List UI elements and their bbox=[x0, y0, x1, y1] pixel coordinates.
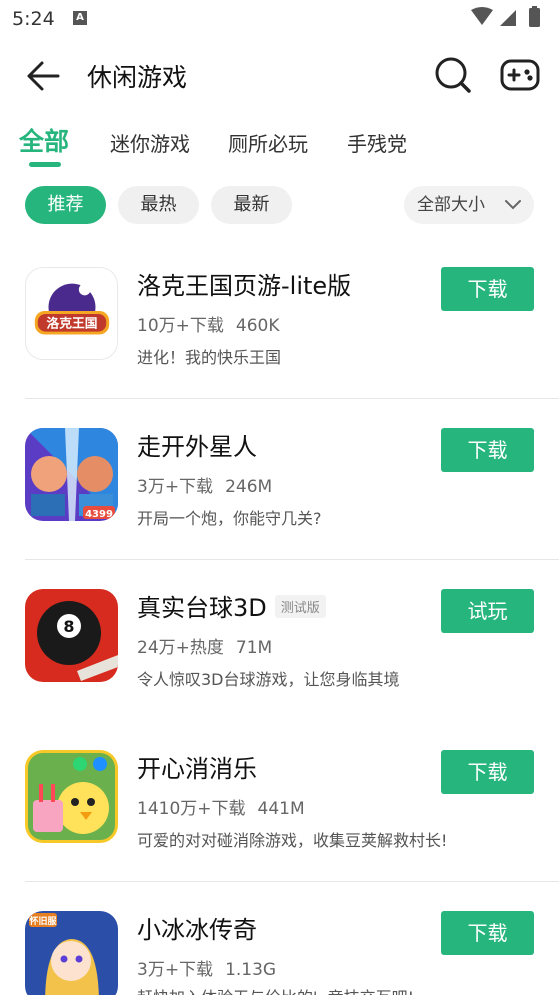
happy-match-icon bbox=[25, 750, 118, 843]
app-meta: 3万+下载 246M bbox=[137, 472, 272, 497]
notification-icon: A bbox=[73, 11, 87, 25]
signal-battery-icon bbox=[471, 6, 540, 27]
ice-legend-icon: 怀旧服 bbox=[25, 911, 118, 995]
game-row[interactable]: 洛克王国 洛克王国页游-lite版 10万+下载 460K 进化！我的快乐王国 下… bbox=[0, 238, 559, 399]
tab-active-indicator bbox=[29, 162, 61, 167]
app-name: 小冰冰传奇 bbox=[137, 916, 257, 944]
filter-recommended[interactable]: 推荐 bbox=[25, 186, 106, 224]
download-count: 3万+下载 bbox=[137, 960, 214, 980]
filter-hottest[interactable]: 最热 bbox=[118, 186, 199, 224]
app-meta: 24万+热度 71M bbox=[137, 633, 272, 658]
tab-toilet-must-play[interactable]: 厕所必玩 bbox=[228, 128, 308, 157]
app-description: 可爱的对对碰消除游戏，收集豆荚解救村长! bbox=[137, 831, 448, 850]
billiard-ball-icon: 8 bbox=[25, 589, 118, 682]
file-size: 441M bbox=[257, 799, 305, 819]
app-description: 进化！我的快乐王国 bbox=[137, 348, 282, 367]
aliens-game-icon: 4399 bbox=[25, 428, 118, 521]
app-meta: 10万+下载 460K bbox=[137, 311, 280, 336]
download-button[interactable]: 下载 bbox=[441, 911, 534, 955]
app-name-wrap: 真实台球3D 测试版 bbox=[137, 588, 326, 623]
game-row[interactable]: 4399 走开外星人 3万+下载 246M 开局一个炮，你能守几关? 下载 bbox=[0, 399, 559, 560]
app-name: 真实台球3D bbox=[137, 594, 267, 622]
app-name: 走开外星人 bbox=[137, 433, 257, 461]
tab-clumsy[interactable]: 手残党 bbox=[347, 128, 407, 157]
tab-mini-games[interactable]: 迷你游戏 bbox=[110, 128, 190, 157]
file-size: 71M bbox=[235, 638, 273, 658]
app-icon-text: 4399 bbox=[85, 509, 113, 520]
app-description: 开局一个炮，你能守几关? bbox=[137, 509, 322, 528]
size-dropdown-label: 全部大小 bbox=[417, 195, 485, 215]
game-row[interactable]: 怀旧服 小冰冰传奇 3万+下载 1.13G 赶快加入体验无与伦比的', 竞技交互吧… bbox=[0, 882, 559, 995]
app-description: 令人惊叹3D台球游戏，让您身临其境 bbox=[137, 670, 400, 689]
app-name: 洛克王国页游-lite版 bbox=[137, 272, 352, 300]
file-size: 460K bbox=[235, 316, 280, 336]
app-name: 开心消消乐 bbox=[137, 755, 257, 783]
file-size: 1.13G bbox=[225, 960, 277, 980]
app-description: 赶快加入体验无与伦比的', 竞技交互吧! bbox=[137, 984, 414, 995]
tab-all[interactable]: 全部 bbox=[19, 122, 69, 158]
download-count: 10万+下载 bbox=[137, 316, 224, 336]
search-icon[interactable] bbox=[433, 54, 473, 96]
game-row[interactable]: 开心消消乐 1410万+下载 441M 可爱的对对碰消除游戏，收集豆荚解救村长! … bbox=[0, 721, 559, 882]
game-row[interactable]: 8 真实台球3D 测试版 24万+热度 71M 令人惊叹3D台球游戏，让您身临其境 … bbox=[0, 560, 559, 721]
status-bar: 5:24 A bbox=[0, 0, 559, 38]
download-count: 1410万+下载 bbox=[137, 799, 246, 819]
filter-bar: 推荐 最热 最新 全部大小 bbox=[0, 186, 559, 226]
arrow-left-icon[interactable] bbox=[22, 56, 64, 96]
download-button[interactable]: 下载 bbox=[441, 267, 534, 311]
try-play-button[interactable]: 试玩 bbox=[441, 589, 534, 633]
app-meta: 1410万+下载 441M bbox=[137, 794, 305, 819]
app-icon-text: 怀旧服 bbox=[29, 915, 57, 927]
top-bar: 休闲游戏 bbox=[0, 48, 559, 104]
beta-tag: 测试版 bbox=[274, 595, 326, 618]
chevron-down-icon bbox=[505, 200, 521, 210]
app-icon-text: 洛克王国 bbox=[47, 316, 98, 331]
download-count: 3万+下载 bbox=[137, 477, 214, 497]
status-time: 5:24 bbox=[12, 8, 55, 30]
category-tabs: 全部 迷你游戏 厕所必玩 手残党 bbox=[0, 118, 559, 172]
download-button[interactable]: 下载 bbox=[441, 750, 534, 794]
gamepad-icon[interactable] bbox=[499, 54, 541, 96]
roco-kingdom-icon: 洛克王国 bbox=[25, 267, 118, 360]
page-title: 休闲游戏 bbox=[87, 63, 188, 92]
app-icon-text: 8 bbox=[63, 617, 74, 636]
popularity-count: 24万+热度 bbox=[137, 638, 224, 658]
file-size: 246M bbox=[225, 477, 273, 497]
app-meta: 3万+下载 1.13G bbox=[137, 955, 276, 980]
download-button[interactable]: 下载 bbox=[441, 428, 534, 472]
size-dropdown[interactable]: 全部大小 bbox=[404, 186, 534, 224]
filter-newest[interactable]: 最新 bbox=[211, 186, 292, 224]
